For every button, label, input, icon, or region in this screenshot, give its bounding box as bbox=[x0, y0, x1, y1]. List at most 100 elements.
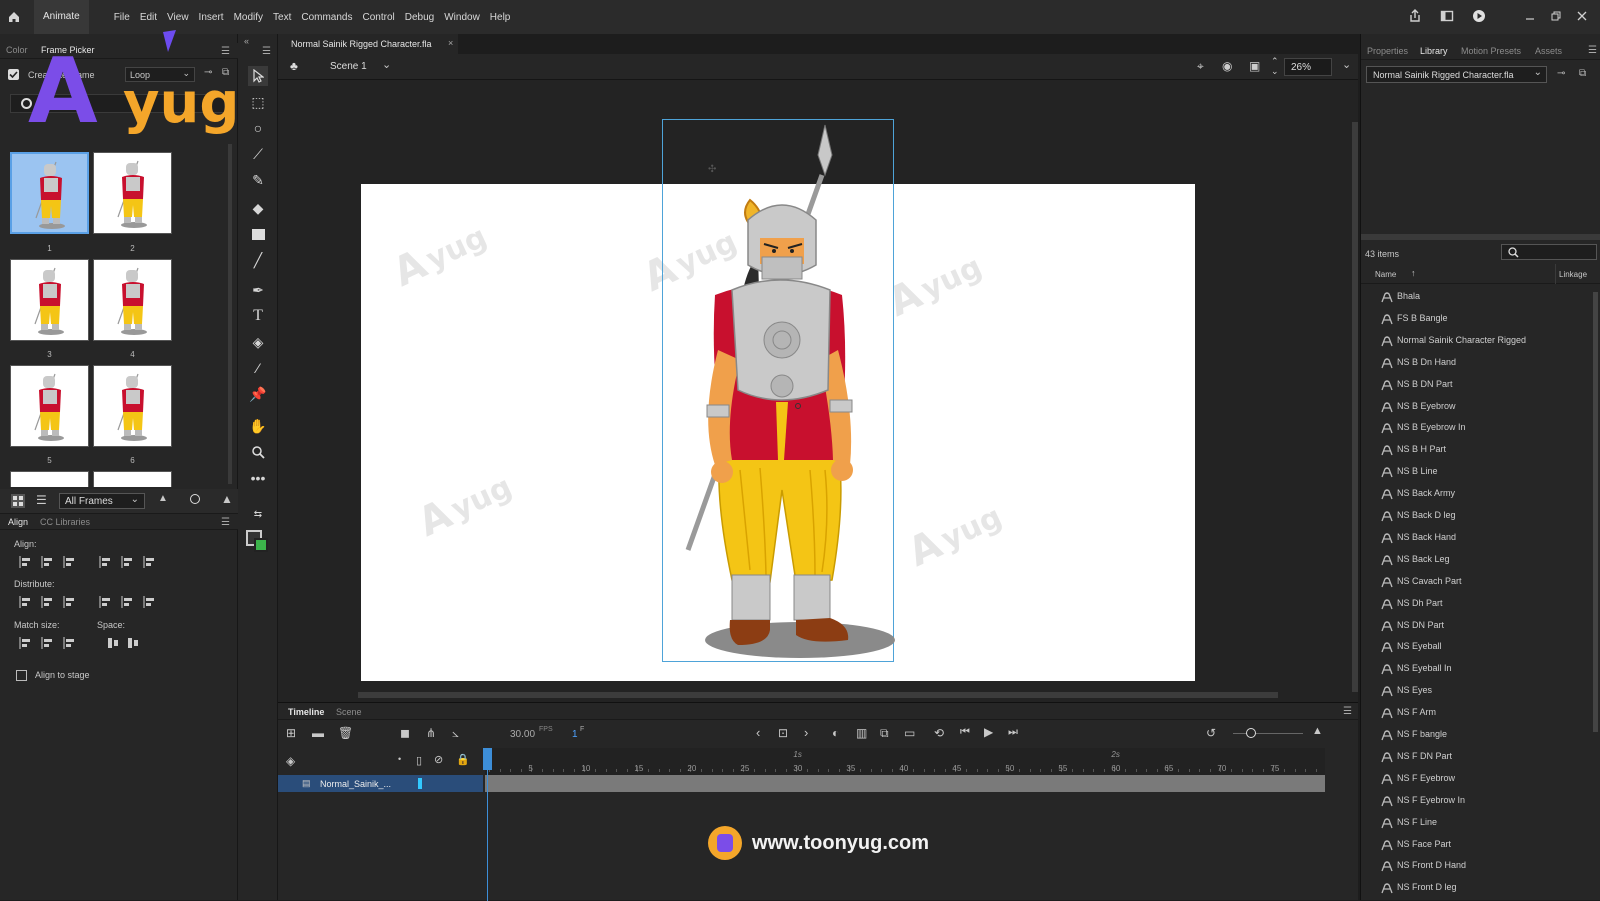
library-item[interactable]: NS Face Part bbox=[1397, 839, 1451, 849]
menu-window[interactable]: Window bbox=[439, 12, 485, 23]
library-item[interactable]: NS F Eyebrow In bbox=[1397, 795, 1465, 805]
slider-handle[interactable] bbox=[190, 494, 200, 504]
parent-view-icon[interactable]: ⋔ bbox=[426, 726, 436, 740]
scene-name[interactable]: Scene 1 bbox=[330, 61, 367, 72]
zoom-slider-handle[interactable] bbox=[1246, 728, 1256, 738]
library-item[interactable]: NS Eyes bbox=[1397, 685, 1432, 695]
frame-filter-select[interactable]: All Frames ⌄ bbox=[59, 493, 145, 509]
align-button-icon[interactable] bbox=[40, 636, 54, 650]
library-item[interactable]: NS B DN Part bbox=[1397, 379, 1453, 389]
transform-tool-icon[interactable]: ⟋ bbox=[248, 144, 268, 164]
menu-debug[interactable]: Debug bbox=[400, 12, 439, 23]
sainik-character[interactable] bbox=[670, 120, 900, 665]
insert-keyframe-icon[interactable]: ⊡ bbox=[778, 726, 788, 740]
column-name[interactable]: Name bbox=[1375, 270, 1396, 279]
library-item[interactable]: NS Eyeball bbox=[1397, 641, 1442, 651]
tab-properties[interactable]: Properties bbox=[1367, 46, 1408, 56]
library-item[interactable]: NS F DN Part bbox=[1397, 751, 1452, 761]
menu-help[interactable]: Help bbox=[485, 12, 516, 23]
layer-frames[interactable] bbox=[485, 775, 1325, 792]
highlight-icon[interactable]: • bbox=[398, 754, 401, 764]
align-button-icon[interactable] bbox=[62, 555, 76, 569]
library-item[interactable]: NS Back Army bbox=[1397, 488, 1455, 498]
align-button-icon[interactable] bbox=[98, 555, 112, 569]
document-tab[interactable]: Normal Sainik Rigged Character.fla × bbox=[278, 34, 458, 54]
close-tab-icon[interactable]: × bbox=[448, 38, 453, 48]
align-button-icon[interactable] bbox=[62, 636, 76, 650]
layer-color-tag[interactable] bbox=[418, 778, 422, 789]
outline-icon[interactable]: ▯ bbox=[416, 754, 422, 767]
frame-thumbnail[interactable] bbox=[93, 152, 172, 234]
library-item[interactable]: NS Back Leg bbox=[1397, 554, 1450, 564]
edit-multiple-icon[interactable]: ▥ bbox=[856, 726, 867, 740]
lock-icon[interactable]: 🔒 bbox=[456, 753, 470, 766]
panel-menu-icon[interactable]: ☰ bbox=[1343, 706, 1352, 717]
library-item[interactable]: NS F Arm bbox=[1397, 707, 1436, 717]
share-icon[interactable] bbox=[1408, 8, 1422, 26]
frame-thumbnail[interactable] bbox=[10, 365, 89, 447]
next-keyframe-icon[interactable]: › bbox=[804, 725, 808, 740]
rectangle-tool-icon[interactable] bbox=[248, 224, 268, 244]
shape-tween-icon[interactable]: ▭ bbox=[904, 726, 915, 740]
library-item[interactable]: NS Back D leg bbox=[1397, 510, 1456, 520]
library-item[interactable]: Normal Sainik Character Rigged bbox=[1397, 335, 1526, 345]
restore-icon[interactable] bbox=[1550, 10, 1562, 25]
library-item[interactable]: NS F Eyebrow bbox=[1397, 773, 1455, 783]
align-button-icon[interactable] bbox=[18, 636, 32, 650]
zoom-tool-icon[interactable] bbox=[248, 442, 268, 462]
tab-timeline[interactable]: Timeline bbox=[288, 707, 324, 717]
sort-arrow-icon[interactable]: ↑ bbox=[1411, 268, 1416, 278]
space-button-icon[interactable] bbox=[126, 636, 140, 650]
align-button-icon[interactable] bbox=[120, 555, 134, 569]
new-folder-icon[interactable]: ▬ bbox=[312, 726, 324, 740]
space-button-icon[interactable] bbox=[106, 636, 120, 650]
menu-edit[interactable]: Edit bbox=[135, 12, 162, 23]
frame-ruler[interactable]: 5 10 15 20 25 30 35 40 45 50 55 60 65 70 75 1s 2s bbox=[485, 748, 1325, 775]
tab-color[interactable]: Color bbox=[6, 45, 28, 55]
onion-skin-icon[interactable]: ◐ bbox=[832, 726, 839, 740]
small-thumb-icon[interactable]: ▲ bbox=[158, 493, 168, 504]
play-icon[interactable]: ▶ bbox=[984, 725, 993, 739]
prev-keyframe-icon[interactable]: ‹ bbox=[756, 725, 760, 740]
tab-cc-libraries[interactable]: CC Libraries bbox=[40, 517, 90, 527]
swap-colors-icon[interactable]: ⇆ bbox=[248, 504, 268, 524]
close-icon[interactable] bbox=[1576, 10, 1588, 25]
menu-text[interactable]: Text bbox=[268, 12, 296, 23]
library-item[interactable]: NS F Line bbox=[1397, 817, 1437, 827]
align-button-icon[interactable] bbox=[142, 555, 156, 569]
tab-scene[interactable]: Scene bbox=[336, 707, 362, 717]
minimize-icon[interactable] bbox=[1524, 10, 1536, 25]
workspace-icon[interactable] bbox=[1440, 9, 1454, 26]
library-item[interactable]: NS Eyeball In bbox=[1397, 663, 1452, 673]
menu-insert[interactable]: Insert bbox=[194, 12, 229, 23]
frame-thumbnail[interactable] bbox=[93, 365, 172, 447]
fit-frames-icon[interactable]: ▲ bbox=[1312, 725, 1323, 737]
menu-file[interactable]: File bbox=[109, 12, 135, 23]
new-library-icon[interactable]: ⧉ bbox=[1579, 68, 1586, 79]
graph-icon[interactable]: ⦣ bbox=[452, 726, 459, 741]
column-linkage[interactable]: Linkage bbox=[1559, 270, 1587, 279]
fps-value[interactable]: 30.00 bbox=[510, 729, 535, 740]
align-button-icon[interactable] bbox=[120, 595, 134, 609]
library-item[interactable]: NS B Eyebrow In bbox=[1397, 422, 1466, 432]
library-item[interactable]: NS Dh Part bbox=[1397, 598, 1443, 608]
menu-commands[interactable]: Commands bbox=[296, 12, 357, 23]
frame-thumbnail[interactable] bbox=[10, 152, 89, 234]
tab-assets[interactable]: Assets bbox=[1535, 46, 1562, 56]
frame-thumbnail[interactable] bbox=[10, 471, 89, 487]
library-item[interactable]: Bhala bbox=[1397, 291, 1420, 301]
tab-library[interactable]: Library bbox=[1420, 46, 1448, 56]
library-item[interactable]: FS B Bangle bbox=[1397, 313, 1448, 323]
hide-icon[interactable]: ⊘ bbox=[434, 753, 443, 766]
text-tool-icon[interactable]: T bbox=[248, 306, 268, 326]
align-button-icon[interactable] bbox=[40, 555, 54, 569]
vertical-scrollbar[interactable] bbox=[1352, 122, 1358, 692]
zoom-field[interactable]: 26% bbox=[1284, 58, 1332, 76]
zoom-slider[interactable] bbox=[1233, 733, 1303, 734]
splitter[interactable] bbox=[1361, 234, 1600, 240]
eraser-tool-icon[interactable]: ◆ bbox=[248, 198, 268, 218]
menu-control[interactable]: Control bbox=[358, 12, 400, 23]
new-layer-icon[interactable]: ⊞ bbox=[286, 726, 296, 740]
snap-icon[interactable]: ⌖ bbox=[1197, 59, 1204, 74]
tab-motion-presets[interactable]: Motion Presets bbox=[1461, 46, 1521, 56]
